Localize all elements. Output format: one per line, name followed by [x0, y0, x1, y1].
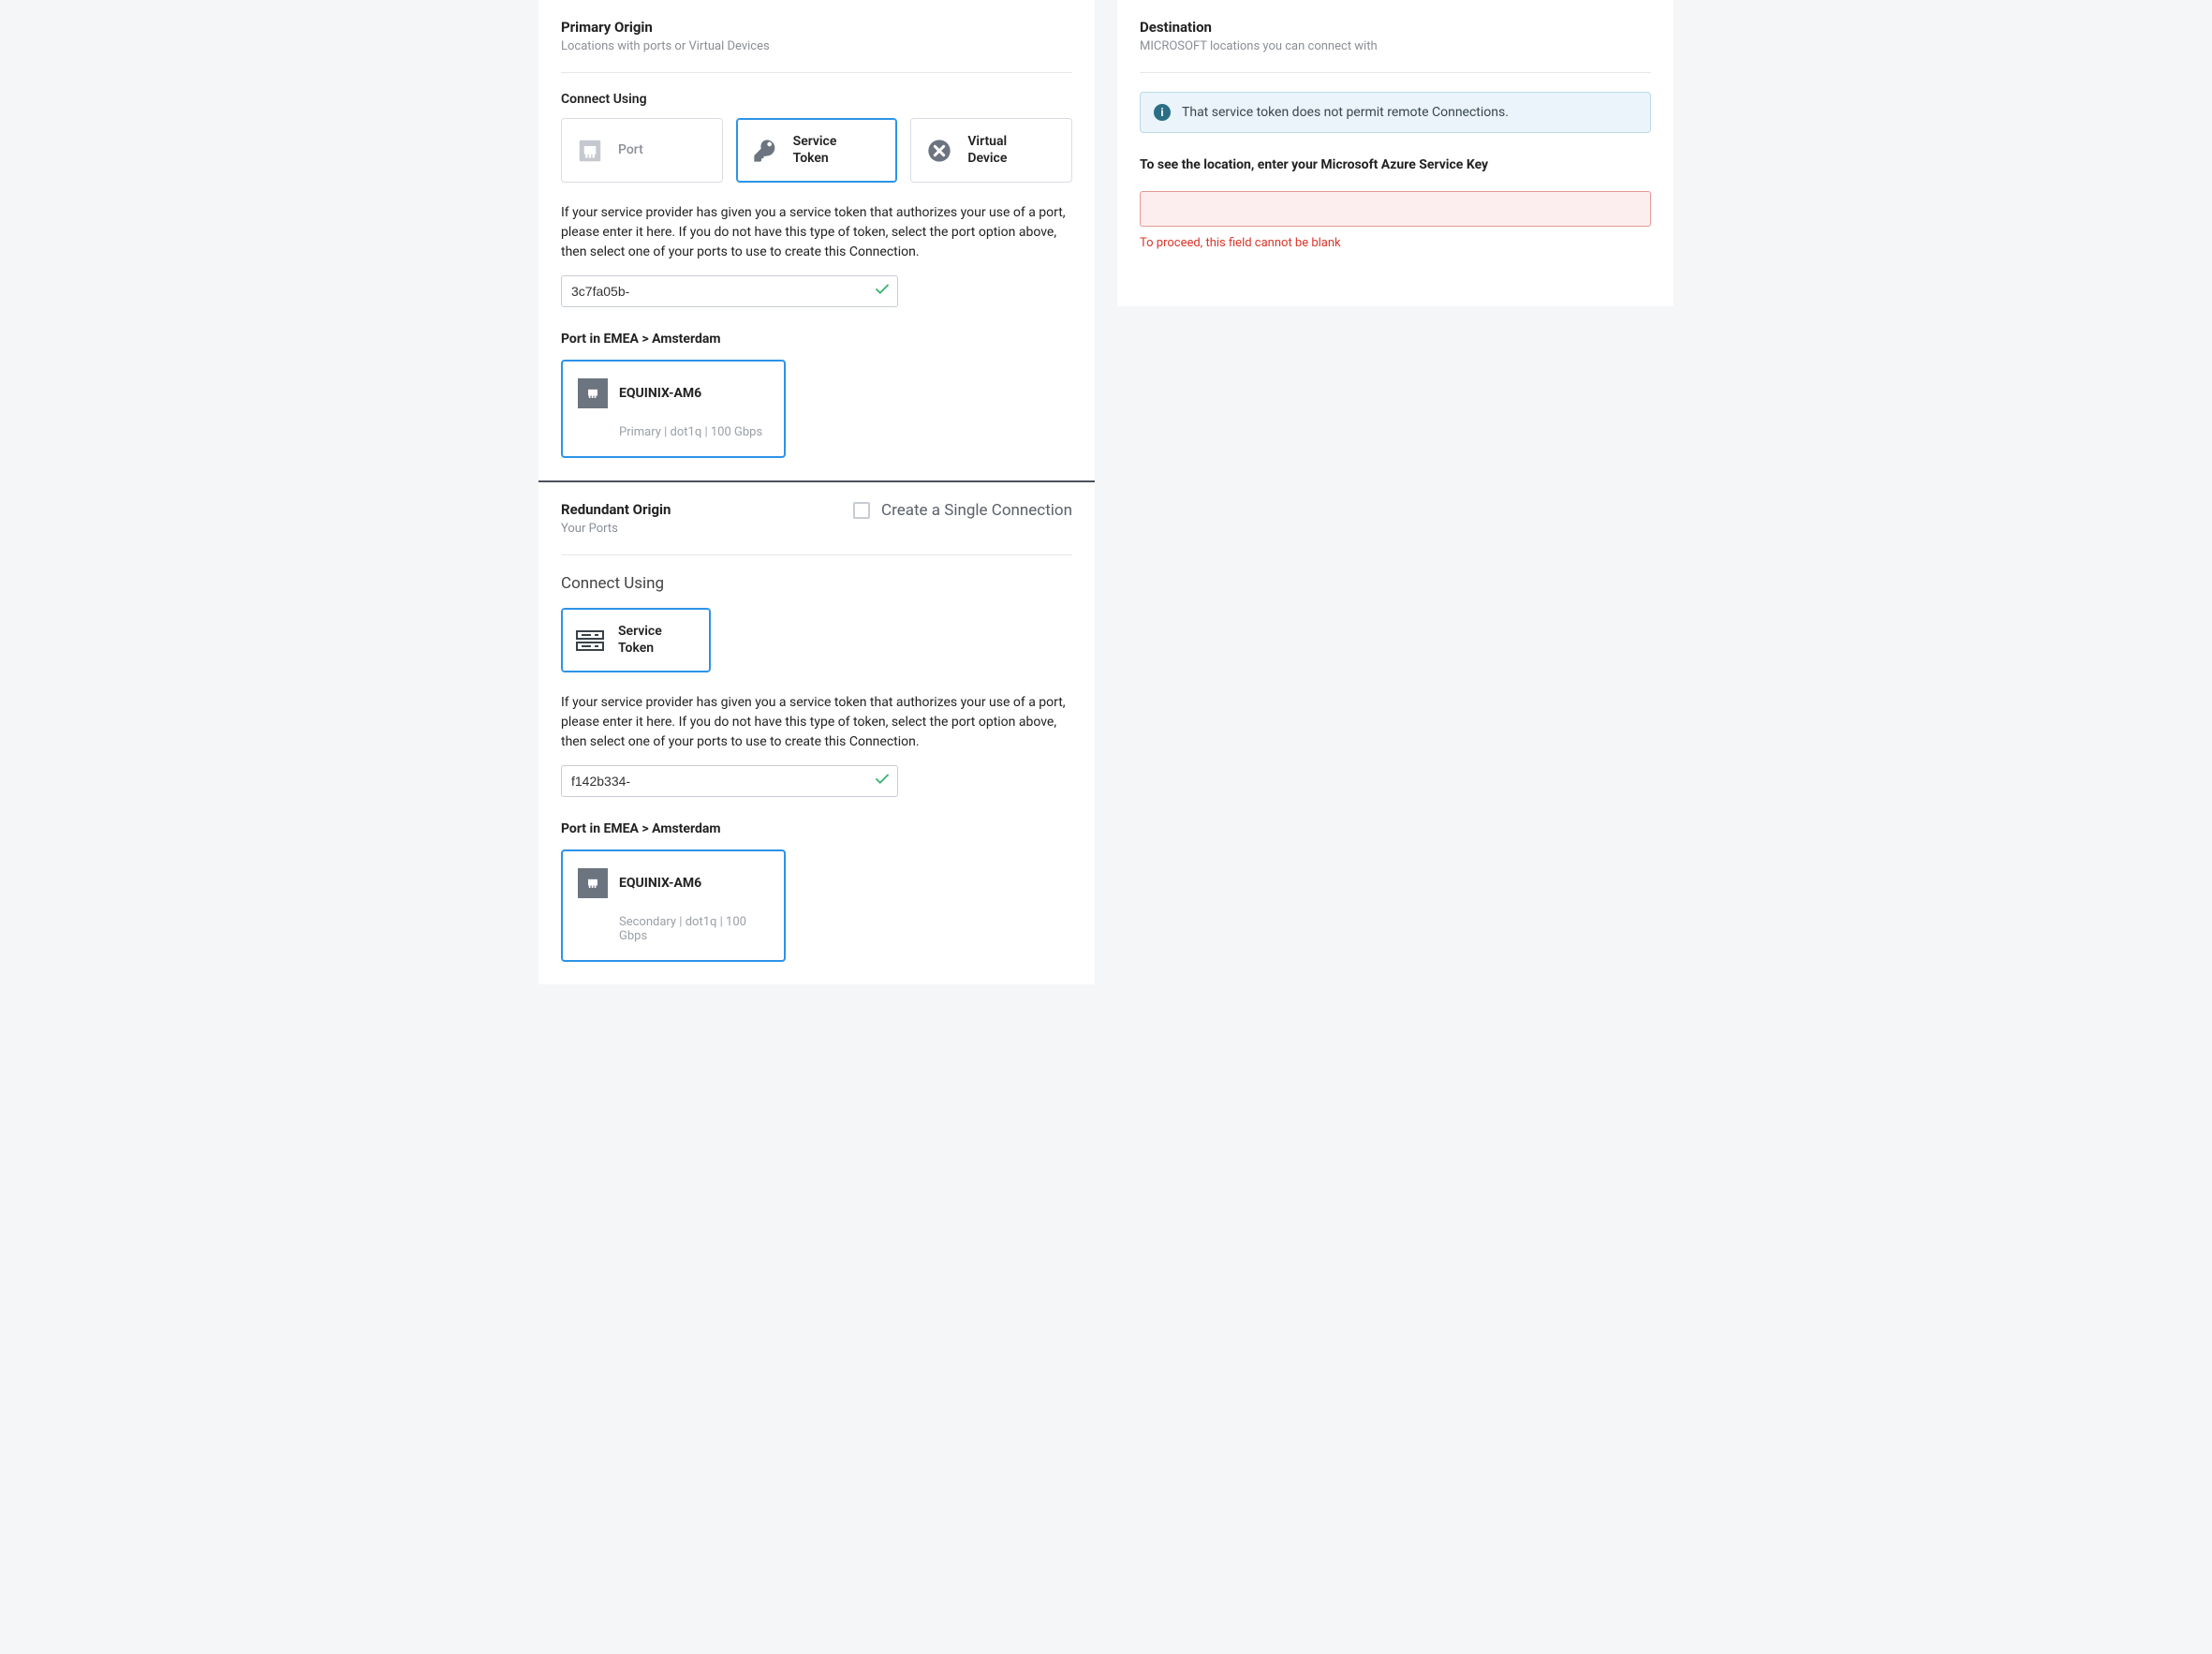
- primary-port-card[interactable]: EQUINIX-AM6 Primary | dot1q | 100 Gbps: [561, 360, 786, 458]
- redundant-tile-label: Service Token: [618, 624, 662, 657]
- primary-port-name: EQUINIX-AM6: [619, 386, 701, 401]
- info-alert: i That service token does not permit rem…: [1140, 92, 1651, 133]
- redundant-origin-title: Redundant Origin: [561, 501, 671, 518]
- destination-subtitle: MICROSOFT locations you can connect with: [1140, 39, 1651, 53]
- redundant-connect-using-label: Connect Using: [561, 574, 1072, 593]
- connect-using-tiles: Port Service Token Virtual Device: [561, 118, 1072, 183]
- destination-column: Destination MICROSOFT locations you can …: [1117, 0, 1674, 306]
- redundant-tiles: Service Token: [561, 608, 720, 672]
- info-icon: i: [1154, 104, 1171, 121]
- tile-port-label: Port: [618, 142, 643, 159]
- primary-origin-title: Primary Origin: [561, 19, 1072, 36]
- tile-virtual-device[interactable]: Virtual Device: [910, 118, 1072, 183]
- tile-virtual-device-label: Virtual Device: [967, 134, 1007, 167]
- info-alert-text: That service token does not permit remot…: [1182, 105, 1509, 120]
- primary-port-meta: Primary | dot1q | 100 Gbps: [578, 425, 769, 439]
- destination-title: Destination: [1140, 19, 1651, 36]
- service-key-error: To proceed, this field cannot be blank: [1140, 236, 1651, 250]
- virtual-device-icon: [924, 136, 954, 166]
- divider: [561, 554, 1072, 555]
- divider: [1140, 72, 1651, 73]
- redundant-help-text: If your service provider has given you a…: [561, 693, 1072, 752]
- redundant-port-meta: Secondary | dot1q | 100 Gbps: [578, 915, 769, 943]
- primary-port-location-heading: Port in EMEA > Amsterdam: [561, 332, 1072, 347]
- service-key-instruction: To see the location, enter your Microsof…: [1140, 157, 1651, 172]
- primary-origin-section: Primary Origin Locations with ports or V…: [538, 0, 1095, 480]
- ticket-icon: [575, 626, 605, 656]
- tile-service-token-label: Service Token: [793, 134, 837, 167]
- redundant-tile-service-token[interactable]: Service Token: [561, 608, 711, 672]
- checkmark-icon: [874, 281, 891, 302]
- primary-origin-subtitle: Locations with ports or Virtual Devices: [561, 39, 1072, 53]
- redundant-origin-subtitle: Your Ports: [561, 522, 671, 536]
- primary-service-token-input[interactable]: [561, 275, 898, 307]
- tile-service-token[interactable]: Service Token: [736, 118, 898, 183]
- tile-port[interactable]: Port: [561, 118, 723, 183]
- key-icon: [750, 136, 780, 166]
- port-jack-icon: [578, 868, 608, 898]
- redundant-service-token-input[interactable]: [561, 765, 898, 797]
- redundant-port-name: EQUINIX-AM6: [619, 876, 701, 891]
- connect-using-label: Connect Using: [561, 92, 1072, 107]
- primary-token-input-wrap: [561, 275, 898, 307]
- redundant-port-card[interactable]: EQUINIX-AM6 Secondary | dot1q | 100 Gbps: [561, 849, 786, 962]
- redundant-origin-section: Redundant Origin Your Ports Create a Sin…: [538, 482, 1095, 984]
- checkmark-icon: [874, 771, 891, 791]
- port-jack-icon: [578, 378, 608, 408]
- checkbox-icon: [853, 502, 870, 519]
- divider: [561, 72, 1072, 73]
- redundant-token-input-wrap: [561, 765, 898, 797]
- azure-service-key-input[interactable]: [1140, 191, 1651, 227]
- single-connection-toggle[interactable]: Create a Single Connection: [853, 501, 1072, 520]
- redundant-port-location-heading: Port in EMEA > Amsterdam: [561, 821, 1072, 836]
- primary-help-text: If your service provider has given you a…: [561, 203, 1072, 262]
- port-jack-icon: [575, 136, 605, 166]
- single-connection-label: Create a Single Connection: [881, 501, 1072, 520]
- origin-column: Primary Origin Locations with ports or V…: [538, 0, 1095, 984]
